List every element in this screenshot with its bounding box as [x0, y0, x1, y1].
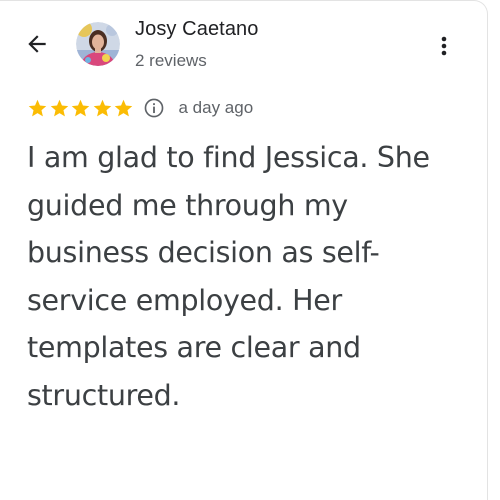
info-icon[interactable] — [143, 97, 165, 119]
star-icon — [71, 99, 90, 116]
star-icon — [28, 99, 47, 116]
rating-row: a day ago — [27, 96, 253, 120]
avatar-image — [76, 22, 120, 66]
more-vertical-icon — [441, 36, 447, 56]
review-count: 2 reviews — [135, 51, 207, 70]
star-rating — [27, 98, 135, 119]
star-icon — [114, 99, 133, 116]
more-options-button[interactable] — [432, 31, 456, 61]
review-text: I am glad to find Jessica. She guided me… — [27, 141, 430, 412]
arrow-left-icon — [28, 35, 46, 53]
back-button[interactable] — [22, 29, 52, 59]
avatar[interactable] — [76, 22, 120, 66]
star-icon — [50, 99, 68, 116]
author-name[interactable]: Josy Caetano — [135, 18, 259, 41]
review-detail-card: Josy Caetano 2 reviews a day ago I am gl… — [0, 0, 488, 500]
star-icon — [93, 99, 111, 116]
review-date: a day ago — [178, 98, 254, 117]
